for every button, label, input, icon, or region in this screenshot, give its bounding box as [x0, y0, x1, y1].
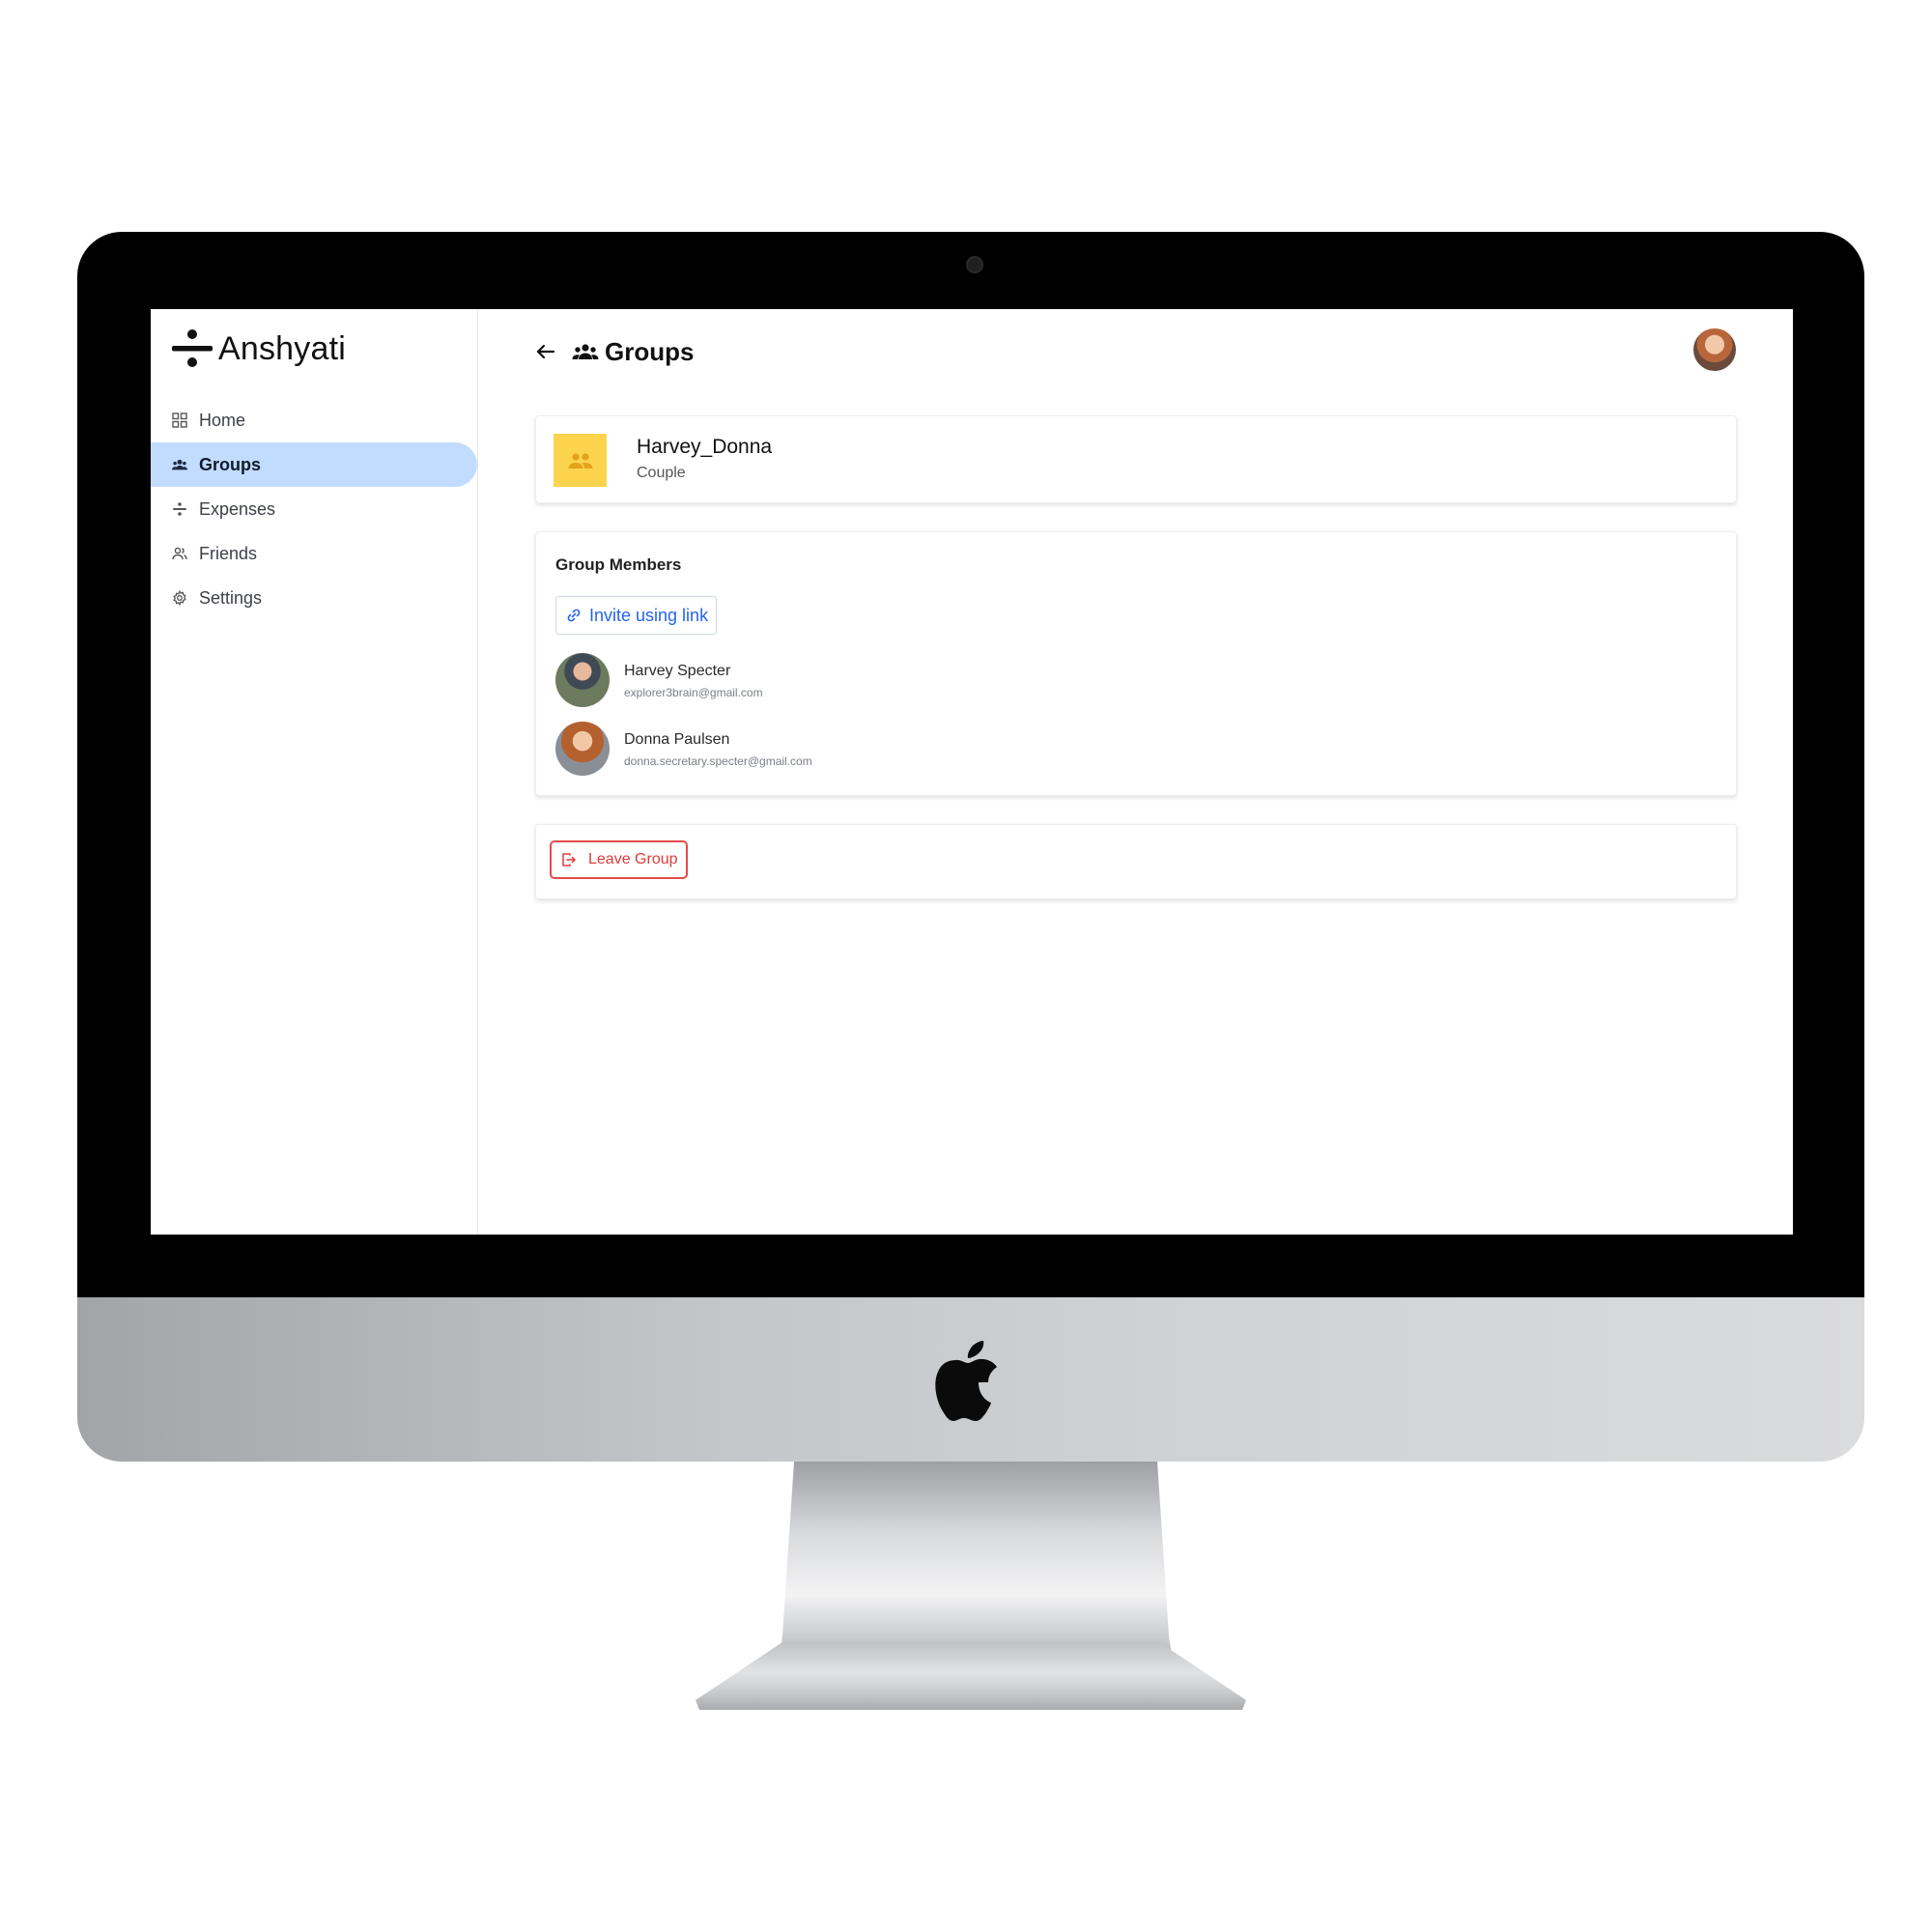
sidebar-item-home[interactable]: Home — [151, 398, 478, 442]
page-header: Groups — [533, 332, 694, 371]
sidebar-item-label: Groups — [199, 454, 262, 474]
sidebar: Anshyati Home Groups Expenses Friends Se… — [151, 309, 478, 1235]
groups-icon — [172, 457, 187, 472]
logout-icon — [561, 852, 577, 867]
people-icon — [568, 452, 592, 469]
main-content: Groups Harvey_Donna Couple Group Members… — [479, 309, 1793, 1235]
brand[interactable]: Anshyati — [170, 327, 346, 371]
sidebar-item-groups[interactable]: Groups — [151, 442, 477, 487]
member-email: explorer3brain@gmail.com — [624, 686, 763, 699]
sidebar-item-label: Expenses — [199, 498, 276, 519]
sidebar-item-friends[interactable]: Friends — [151, 531, 478, 576]
back-button[interactable] — [533, 339, 558, 364]
member-email: donna.secretary.specter@gmail.com — [624, 754, 812, 768]
group-thumbnail — [554, 434, 607, 487]
app-screen: Anshyati Home Groups Expenses Friends Se… — [151, 309, 1793, 1235]
group-members-card: Group Members Invite using link Harvey S… — [535, 531, 1737, 796]
sidebar-item-label: Home — [199, 410, 246, 430]
groups-icon — [572, 341, 599, 362]
member-avatar — [555, 653, 610, 707]
member-row[interactable]: Donna Paulsen donna.secretary.specter@gm… — [555, 722, 1135, 776]
leave-label: Leave Group — [588, 851, 678, 867]
page-title: Groups — [605, 336, 695, 366]
link-icon — [566, 608, 582, 623]
gear-icon — [172, 590, 187, 606]
apple-logo-icon — [935, 1341, 997, 1421]
grid-icon — [172, 412, 187, 428]
group-actions-card: Leave Group — [535, 824, 1737, 899]
sidebar-nav: Home Groups Expenses Friends Settings — [151, 398, 478, 620]
arrow-left-icon — [536, 344, 555, 359]
brand-name: Anshyati — [218, 329, 347, 367]
group-summary-card: Harvey_Donna Couple — [535, 415, 1737, 503]
leave-group-button[interactable]: Leave Group — [550, 840, 688, 879]
camera-dot — [966, 256, 983, 273]
section-title: Group Members — [555, 555, 682, 574]
divide-icon — [172, 501, 187, 517]
group-type: Couple — [637, 465, 686, 481]
member-name: Harvey Specter — [624, 663, 731, 679]
sidebar-item-label: Settings — [199, 587, 263, 608]
member-avatar — [555, 722, 610, 776]
member-row[interactable]: Harvey Specter explorer3brain@gmail.com — [555, 653, 1135, 707]
invite-link-button[interactable]: Invite using link — [555, 596, 718, 635]
divide-logo-icon — [172, 329, 213, 367]
user-avatar[interactable] — [1693, 328, 1736, 371]
member-name: Donna Paulsen — [624, 731, 730, 748]
friends-icon — [172, 546, 187, 561]
sidebar-item-expenses[interactable]: Expenses — [151, 487, 478, 531]
sidebar-item-settings[interactable]: Settings — [151, 576, 478, 620]
group-name: Harvey_Donna — [637, 436, 773, 458]
sidebar-item-label: Friends — [199, 543, 258, 563]
invite-label: Invite using link — [589, 605, 709, 625]
monitor-stand-foot — [696, 1642, 1246, 1710]
